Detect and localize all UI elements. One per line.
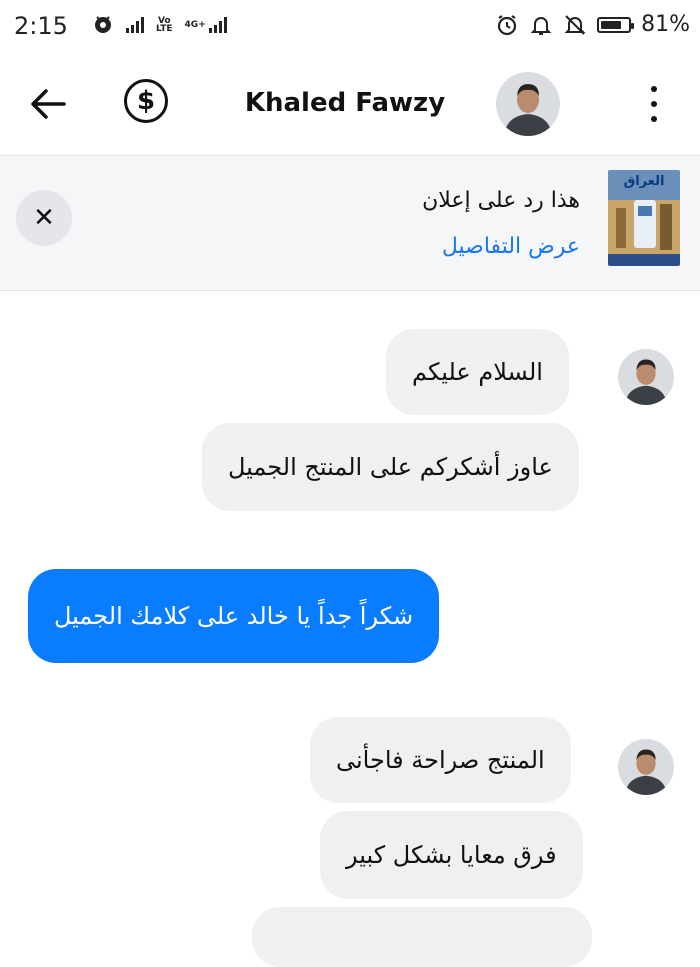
ad-reply-banner: ✕ هذا رد على إعلان عرض التفاصيل العراق	[0, 155, 700, 291]
status-time: 2:15	[14, 12, 68, 40]
message-bubble[interactable]: المنتج صراحة فاجأنى	[310, 717, 571, 803]
contact-avatar[interactable]	[496, 72, 560, 136]
message-bubble-outgoing[interactable]: شكراً جداً يا خالد على كلامك الجميل	[28, 569, 440, 663]
battery-icon	[597, 16, 635, 33]
more-vert-icon	[651, 86, 657, 92]
contact-name[interactable]: Khaled Fawzy	[230, 88, 460, 118]
bell-off-icon	[564, 14, 586, 35]
notification-dot-icon	[95, 16, 111, 33]
volte-icon: Vo LTE	[156, 16, 173, 34]
ad-thumbnail[interactable]: العراق	[608, 170, 680, 266]
signal-1-icon	[126, 17, 144, 33]
message-bubble[interactable]: عاوز أشكركم على المنتج الجميل	[202, 423, 579, 511]
battery-level	[601, 20, 622, 29]
sender-avatar[interactable]	[618, 349, 674, 405]
message-bubble[interactable]: السلام عليكم	[386, 329, 569, 415]
payments-button[interactable]: $	[124, 79, 168, 123]
battery-percent: 81%	[641, 12, 690, 37]
status-bar: 2:15 Vo LTE 4G+ 81%	[0, 0, 700, 52]
sender-avatar[interactable]	[618, 739, 674, 795]
message-bubble[interactable]: فرق معايا بشكل كبير	[320, 811, 583, 899]
bell-icon	[530, 16, 552, 35]
status-left-icons: Vo LTE 4G+	[92, 14, 227, 36]
close-banner-button[interactable]: ✕	[16, 190, 72, 246]
back-arrow-icon	[31, 89, 66, 119]
chat-header: $ Khaled Fawzy	[0, 52, 700, 155]
dollar-icon: $	[136, 86, 156, 116]
status-right-icons: 81%	[495, 12, 690, 37]
more-options-button[interactable]	[640, 84, 668, 124]
message-bubble-partial[interactable]	[252, 907, 592, 967]
view-details-link[interactable]: عرض التفاصيل	[442, 234, 580, 259]
close-icon: ✕	[33, 203, 55, 233]
ad-reply-title: هذا رد على إعلان	[422, 188, 580, 213]
message-list: السلام عليكم عاوز أشكركم على المنتج الجم…	[0, 291, 700, 967]
back-button[interactable]	[28, 84, 68, 124]
alarm-icon	[497, 14, 517, 35]
ad-thumb-text: العراق	[623, 174, 665, 189]
network-4g-icon: 4G+	[185, 17, 227, 33]
